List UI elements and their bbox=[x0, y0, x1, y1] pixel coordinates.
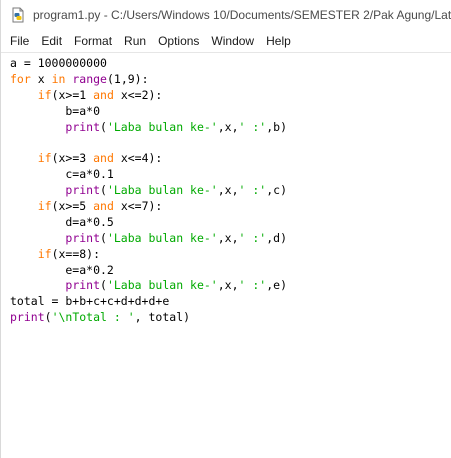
code-token: ,d) bbox=[266, 230, 287, 245]
code-token: x<=4): bbox=[113, 151, 163, 166]
code-token: print bbox=[65, 119, 101, 134]
code-token: d=a*0.5 bbox=[10, 214, 114, 229]
code-token: c=a*0.1 bbox=[10, 167, 114, 182]
code-token: and bbox=[93, 87, 114, 102]
code-token: if bbox=[37, 199, 52, 214]
code-token: print bbox=[65, 183, 101, 198]
idle-editor-window: program1.py - C:/Users/Windows 10/Docume… bbox=[0, 0, 451, 458]
code-token: ,x, bbox=[217, 230, 239, 245]
code-line-17[interactable]: print('\nTotal : ', total) bbox=[10, 310, 287, 326]
code-line-1[interactable]: a = 1000000000 bbox=[10, 56, 287, 72]
code-token: ,e) bbox=[266, 278, 287, 293]
code-line-16[interactable]: total = b+b+c+c+d+d+d+e bbox=[10, 294, 287, 310]
code-line-11[interactable]: d=a*0.5 bbox=[10, 215, 287, 231]
code-token: ( bbox=[100, 119, 107, 134]
code-line-2[interactable]: for x in range(1,9): bbox=[10, 72, 287, 88]
menu-bar: File Edit Format Run Options Window Help bbox=[1, 30, 451, 52]
code-line-9[interactable]: print('Laba bulan ke-',x,' :',c) bbox=[10, 183, 287, 199]
code-token: for bbox=[10, 71, 31, 86]
code-token: ( bbox=[100, 278, 107, 293]
code-token: ' :' bbox=[238, 278, 267, 293]
code-token: 'Laba bulan ke-' bbox=[106, 119, 218, 134]
code-token: ( bbox=[100, 183, 107, 198]
code-text-area[interactable]: a = 1000000000 for x in range(1,9): if(x>… bbox=[10, 56, 287, 326]
code-line-10[interactable]: if(x>=5 and x<=7): bbox=[10, 199, 287, 215]
title-bar[interactable]: program1.py - C:/Users/Windows 10/Docume… bbox=[1, 0, 451, 30]
code-token: if bbox=[37, 87, 52, 102]
code-token: print bbox=[65, 230, 101, 245]
code-token: ,x, bbox=[217, 183, 239, 198]
code-token: ' :' bbox=[238, 119, 267, 134]
code-token: (x>=5 bbox=[51, 199, 94, 214]
code-line-8[interactable]: c=a*0.1 bbox=[10, 167, 287, 183]
code-token: '\nTotal : ' bbox=[51, 310, 135, 325]
code-token: and bbox=[93, 199, 114, 214]
code-token: (x==8): bbox=[51, 246, 101, 261]
menu-run[interactable]: Run bbox=[118, 30, 152, 52]
code-line-12[interactable]: print('Laba bulan ke-',x,' :',d) bbox=[10, 231, 287, 247]
code-token: ' :' bbox=[238, 230, 267, 245]
code-token: (x>=3 bbox=[51, 151, 94, 166]
menu-help[interactable]: Help bbox=[260, 30, 297, 52]
code-token: print bbox=[65, 278, 101, 293]
code-token: x<=7): bbox=[113, 199, 163, 214]
window-title: program1.py - C:/Users/Windows 10/Docume… bbox=[33, 8, 451, 22]
code-token: print bbox=[10, 310, 45, 325]
code-token: x<=2): bbox=[113, 87, 163, 102]
code-token: a = 1000000000 bbox=[10, 56, 107, 70]
code-line-15[interactable]: print('Laba bulan ke-',x,' :',e) bbox=[10, 278, 287, 294]
code-token: 'Laba bulan ke-' bbox=[106, 230, 218, 245]
code-token: 'Laba bulan ke-' bbox=[106, 183, 218, 198]
code-token: 'Laba bulan ke-' bbox=[106, 278, 218, 293]
code-token: range bbox=[72, 71, 107, 86]
code-line-14[interactable]: e=a*0.2 bbox=[10, 263, 287, 279]
code-token: ,b) bbox=[266, 119, 287, 134]
code-token: if bbox=[37, 151, 52, 166]
code-line-4[interactable]: b=a*0 bbox=[10, 104, 287, 120]
code-token: (x>=1 bbox=[51, 87, 94, 102]
code-line-5[interactable]: print('Laba bulan ke-',x,' :',b) bbox=[10, 120, 287, 136]
code-editor[interactable]: a = 1000000000 for x in range(1,9): if(x>… bbox=[1, 52, 451, 458]
menu-file[interactable]: File bbox=[4, 30, 35, 52]
code-token: , total) bbox=[134, 310, 191, 325]
code-line-7[interactable]: if(x>=3 and x<=4): bbox=[10, 151, 287, 167]
code-token: (1,9): bbox=[106, 71, 149, 86]
code-token: ,x, bbox=[217, 119, 239, 134]
code-token: total = b+b+c+c+d+d+d+e bbox=[10, 294, 170, 309]
code-token: e=a*0.2 bbox=[10, 262, 114, 277]
code-token: in bbox=[51, 71, 66, 86]
code-token: if bbox=[37, 246, 52, 261]
menu-options[interactable]: Options bbox=[152, 30, 205, 52]
code-token: x bbox=[30, 71, 52, 86]
code-token: ( bbox=[100, 230, 107, 245]
code-token: and bbox=[93, 151, 114, 166]
code-token: ' :' bbox=[238, 183, 267, 198]
code-line-3[interactable]: if(x>=1 and x<=2): bbox=[10, 88, 287, 104]
menu-edit[interactable]: Edit bbox=[35, 30, 68, 52]
code-token: ,c) bbox=[266, 183, 287, 198]
python-file-icon bbox=[12, 7, 24, 23]
code-line-6[interactable] bbox=[10, 135, 287, 151]
menu-format[interactable]: Format bbox=[68, 30, 118, 52]
code-token: ,x, bbox=[217, 278, 239, 293]
code-token: ( bbox=[44, 310, 52, 325]
menu-window[interactable]: Window bbox=[205, 30, 260, 52]
code-line-13[interactable]: if(x==8): bbox=[10, 247, 287, 263]
code-token: b=a*0 bbox=[10, 103, 101, 118]
